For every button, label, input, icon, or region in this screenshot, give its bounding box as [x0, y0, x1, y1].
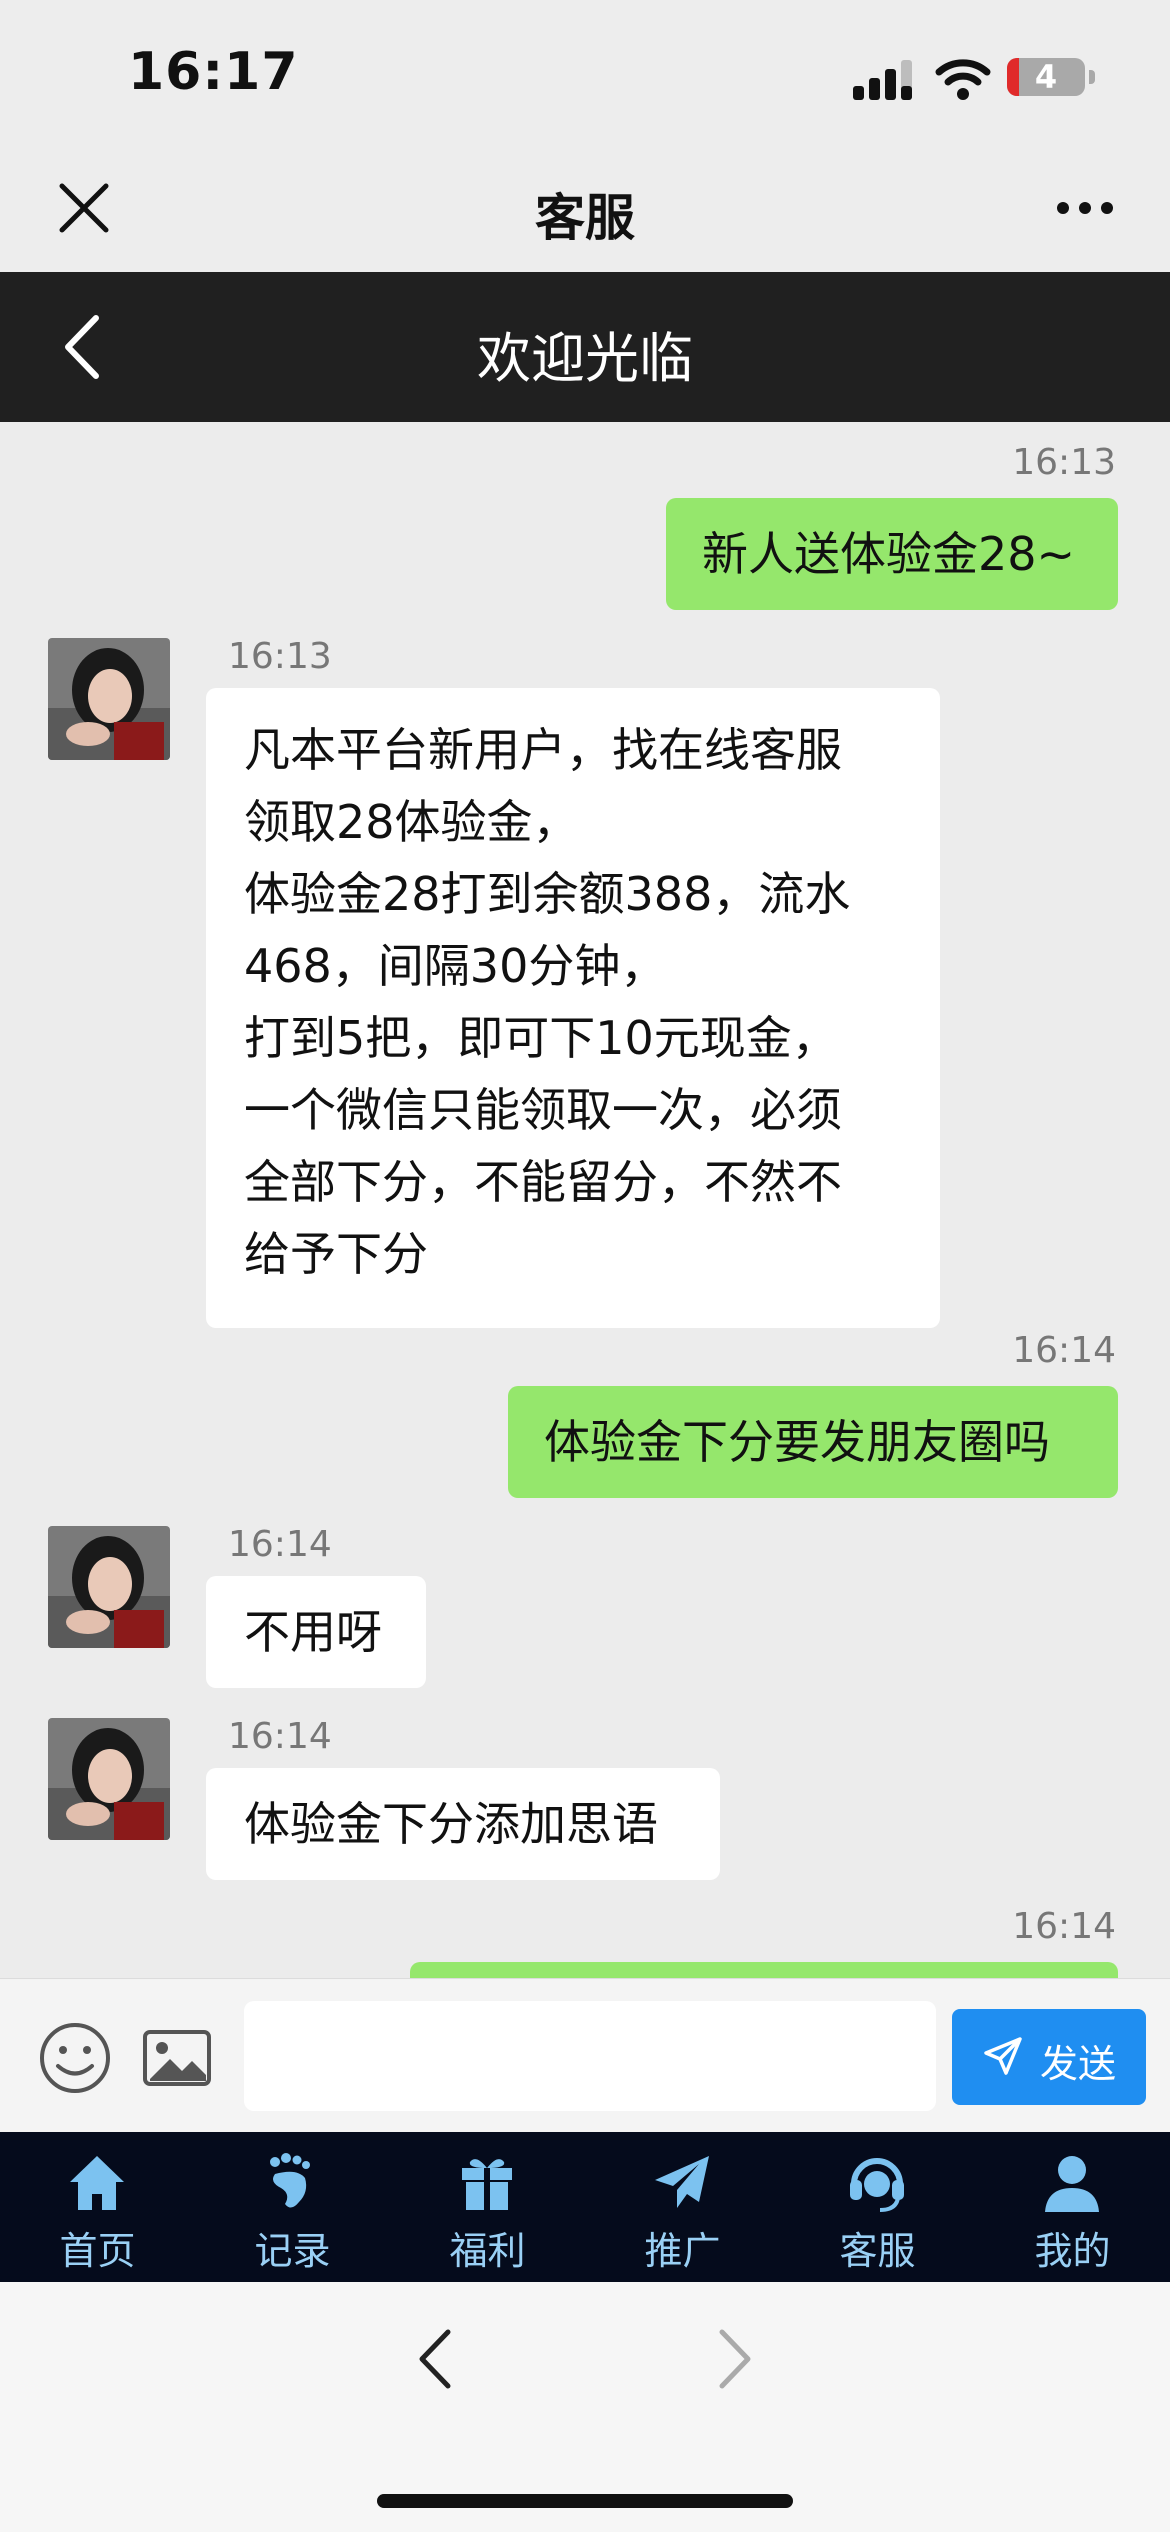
outgoing-message: 体验金下分要发朋友圈吗: [508, 1386, 1118, 1498]
emoji-icon[interactable]: [38, 2021, 112, 2095]
incoming-message: 不用呀: [206, 1576, 426, 1688]
nav-label: 首页: [59, 2229, 136, 2273]
message-text-line: 全部下分，不能留分，不然不: [244, 1155, 842, 1209]
chat-area[interactable]: 16:13 新人送体验金28~ 16:13 凡本平台新用户，找在线客服 领取28…: [0, 422, 1170, 1978]
browser-toolbar: [0, 2282, 1170, 2532]
message-text: 体验金下分添加思语: [244, 1797, 658, 1851]
gift-icon: [462, 2159, 512, 2210]
input-bar: 发送: [0, 1978, 1170, 2133]
home-icon: [70, 2156, 124, 2210]
battery-icon: 4: [1007, 58, 1095, 96]
incoming-message: 体验金下分添加思语: [206, 1768, 720, 1880]
message-time: 16:14: [1012, 1330, 1116, 1371]
send-icon: [984, 2037, 1022, 2075]
message-text-line: 体验金28打到余额388，流水: [244, 867, 851, 921]
browser-forward-icon[interactable]: [710, 2324, 760, 2394]
outgoing-message: [410, 1962, 1118, 1978]
wechat-title: 客服: [535, 189, 635, 247]
user-icon: [1045, 2156, 1099, 2212]
page-header: 欢迎光临: [0, 272, 1170, 422]
incoming-message: 凡本平台新用户，找在线客服 领取28体验金， 体验金28打到余额388，流水 4…: [206, 688, 940, 1328]
message-time: 16:13: [1012, 442, 1116, 483]
message-time: 16:14: [228, 1716, 332, 1757]
wechat-header: 客服: [0, 150, 1170, 272]
page-title: 欢迎光临: [477, 327, 693, 390]
nav-item-mine[interactable]: 我的: [975, 2132, 1170, 2282]
message-text-line: 一个微信只能领取一次，必须: [244, 1083, 842, 1137]
message-text-line: 打到5把，即可下10元现金，: [244, 1011, 838, 1065]
nav-label: 福利: [449, 2229, 526, 2273]
avatar[interactable]: [48, 638, 170, 760]
wifi-icon: [935, 59, 991, 100]
avatar[interactable]: [48, 1718, 170, 1840]
nav-label: 我的: [1034, 2229, 1111, 2273]
message-time: 16:14: [1012, 1906, 1116, 1947]
outgoing-message: 新人送体验金28~: [666, 498, 1118, 610]
message-text-line: 468，间隔30分钟，: [244, 939, 667, 993]
footprint-icon: [270, 2153, 310, 2208]
nav-item-service[interactable]: 客服: [780, 2132, 975, 2282]
nav-item-records[interactable]: 记录: [195, 2132, 390, 2282]
bottom-nav: 首页 记录 福利 推广 客服 我的: [0, 2132, 1170, 2282]
nav-item-welfare[interactable]: 福利: [390, 2132, 585, 2282]
more-options-icon[interactable]: [1055, 200, 1115, 216]
battery-level: 4: [1034, 58, 1058, 96]
send-button[interactable]: 发送: [952, 2009, 1146, 2105]
nav-item-promote[interactable]: 推广: [585, 2132, 780, 2282]
message-input[interactable]: [244, 2001, 936, 2111]
message-text: 体验金下分要发朋友圈吗: [544, 1415, 1050, 1469]
nav-label: 记录: [254, 2229, 331, 2273]
message-text-line: 领取28体验金，: [244, 795, 579, 849]
cellular-signal-icon: [853, 60, 912, 100]
send-label: 发送: [1040, 2042, 1117, 2086]
message-time: 16:13: [228, 636, 332, 677]
message-text: 不用呀: [244, 1605, 382, 1659]
message-text-line: 给予下分: [244, 1227, 428, 1281]
paper-plane-icon: [655, 2156, 709, 2208]
image-icon[interactable]: [142, 2029, 212, 2087]
status-time: 16:17: [128, 42, 299, 102]
message-text-line: 凡本平台新用户，找在线客服: [244, 723, 842, 777]
message-time: 16:14: [228, 1524, 332, 1565]
avatar[interactable]: [48, 1526, 170, 1648]
browser-back-icon[interactable]: [410, 2324, 460, 2394]
home-indicator[interactable]: [377, 2494, 793, 2508]
nav-label: 推广: [644, 2229, 721, 2273]
status-bar: 16:17 4: [0, 0, 1170, 150]
message-text: 新人送体验金28~: [702, 527, 1076, 581]
nav-label: 客服: [839, 2229, 916, 2273]
nav-item-home[interactable]: 首页: [0, 2132, 195, 2282]
headset-icon: [850, 2158, 904, 2212]
